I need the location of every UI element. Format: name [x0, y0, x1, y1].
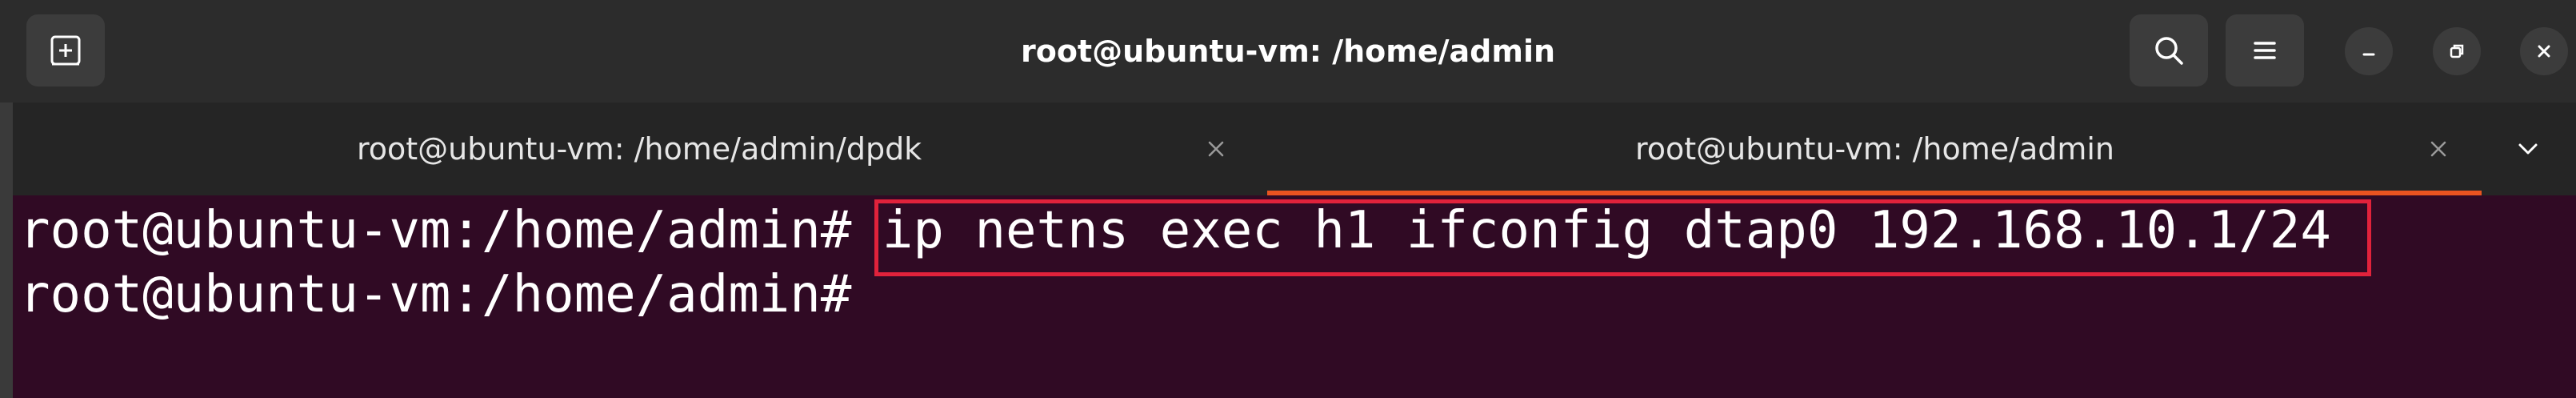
tab-label: root@ubuntu-vm: /home/admin/dpdk: [357, 131, 922, 167]
minimize-button[interactable]: [2345, 27, 2393, 75]
maximize-button[interactable]: [2433, 27, 2481, 75]
tab-bar: root@ubuntu-vm: /home/admin/dpdk root@ub…: [0, 103, 2576, 195]
menu-button[interactable]: [2226, 14, 2304, 86]
new-tab-button[interactable]: [26, 14, 105, 86]
command-text: ip netns exec h1 ifconfig dtap0 192.168.…: [882, 201, 2331, 260]
tab-dpdk[interactable]: root@ubuntu-vm: /home/admin/dpdk: [13, 103, 1267, 195]
terminal-view[interactable]: root@ubuntu-vm:/home/admin# ip netns exe…: [13, 195, 2576, 398]
tab-admin[interactable]: root@ubuntu-vm: /home/admin: [1267, 103, 2482, 195]
chevron-down-icon: [2518, 143, 2538, 155]
search-button[interactable]: [2130, 14, 2208, 86]
window-title: root@ubuntu-vm: /home/admin: [1020, 34, 1556, 69]
hamburger-menu-icon: [2254, 42, 2276, 59]
header-bar: root@ubuntu-vm: /home/admin: [0, 0, 2576, 103]
new-tab-icon: [50, 35, 81, 66]
tab-close-button[interactable]: [1200, 133, 1232, 165]
window-edge: [0, 103, 13, 398]
tab-close-button[interactable]: [2422, 133, 2454, 165]
tab-label: root@ubuntu-vm: /home/admin: [1635, 131, 2115, 167]
search-icon: [2155, 37, 2183, 65]
minimize-icon: [2362, 53, 2375, 56]
terminal-line: root@ubuntu-vm:/home/admin# ip netns exe…: [19, 199, 2331, 263]
shell-prompt: root@ubuntu-vm:/home/admin#: [19, 201, 852, 260]
close-icon: [2538, 45, 2550, 58]
terminal-window: root@ubuntu-vm: /home/admin root@ubuntu-…: [0, 0, 2576, 398]
terminal-line: root@ubuntu-vm:/home/admin#: [19, 263, 851, 327]
close-window-button[interactable]: [2520, 27, 2568, 75]
close-icon: [2430, 141, 2446, 157]
tab-list-dropdown[interactable]: [2504, 130, 2552, 168]
restore-icon: [2450, 44, 2464, 58]
close-icon: [1208, 141, 1224, 157]
shell-prompt: root@ubuntu-vm:/home/admin#: [19, 265, 852, 324]
